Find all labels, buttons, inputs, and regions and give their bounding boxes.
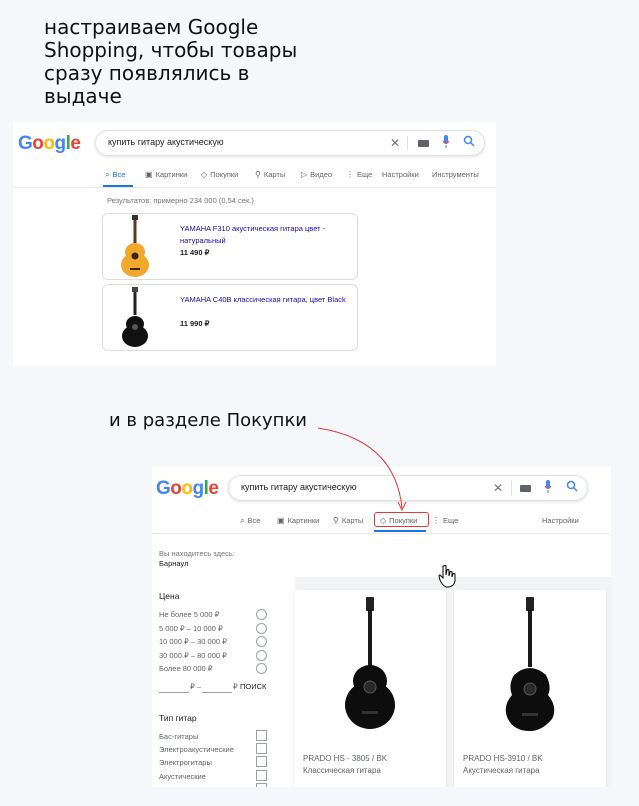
- search-results-panel: Google купить гитару акустическую ✕ ⌕ Все…: [13, 122, 496, 366]
- clear-icon[interactable]: ✕: [390, 135, 400, 151]
- product-image: [345, 597, 395, 729]
- search-icon: ⌕: [105, 170, 110, 179]
- divider: [13, 187, 496, 188]
- tab-maps[interactable]: ⚲ Карты: [255, 170, 285, 179]
- product-title[interactable]: PRADO HS-3910 / BK Акустическая гитара: [463, 753, 543, 777]
- price-option[interactable]: Не более 5 000 ₽: [159, 610, 219, 619]
- product-image[interactable]: [103, 214, 171, 279]
- location-info: Вы находитесь здесь: Барнаул: [159, 549, 235, 569]
- type-checkbox[interactable]: [256, 756, 267, 767]
- tab-more[interactable]: ⋮ Еще: [346, 170, 372, 179]
- tab-images[interactable]: ▣ Картинки: [277, 516, 319, 525]
- tab-more[interactable]: ⋮ Еще: [432, 516, 458, 525]
- guitar-type-heading: Тип гитар: [159, 713, 197, 723]
- divider: [407, 136, 408, 150]
- type-option[interactable]: Бас-гитары: [159, 732, 198, 741]
- price-radio[interactable]: [256, 636, 267, 647]
- tab-all[interactable]: ⌕ Все: [240, 516, 260, 526]
- type-option[interactable]: Акустические: [159, 772, 206, 781]
- product-card[interactable]: PRADO HS-3910 / BK Акустическая гитара: [454, 590, 606, 787]
- price-radio[interactable]: [256, 623, 267, 634]
- results-stats: Результатов: примерно 234 000 (0,54 сек.…: [107, 196, 254, 205]
- type-checkbox[interactable]: [256, 770, 267, 781]
- product-card[interactable]: PRADO HS - 3805 / BK Классическая гитара: [294, 590, 446, 787]
- play-icon: ▷: [301, 170, 308, 179]
- divider: [152, 533, 611, 534]
- type-checkbox[interactable]: [256, 743, 267, 754]
- price-option[interactable]: Более 80 000 ₽: [159, 664, 213, 673]
- price-radio[interactable]: [256, 609, 267, 620]
- type-option[interactable]: Электроакустические: [159, 745, 234, 754]
- type-checkbox[interactable]: [256, 783, 267, 787]
- more-icon: ⋮: [346, 170, 354, 179]
- location-value: Барнаул: [159, 559, 189, 568]
- location-label: Вы находитесь здесь:: [159, 549, 235, 558]
- more-icon: ⋮: [432, 516, 440, 525]
- search-icon[interactable]: [566, 480, 578, 492]
- map-pin-icon: ⚲: [333, 516, 339, 525]
- price-option[interactable]: 30 000 ₽ – 80 000 ₽: [159, 651, 227, 660]
- tab-tools[interactable]: Инструменты: [432, 170, 479, 179]
- price-filter-heading: Цена: [159, 591, 180, 601]
- settings-link[interactable]: Настройки: [542, 516, 579, 525]
- search-icon[interactable]: [463, 135, 475, 147]
- hand-cursor-icon: [438, 565, 456, 588]
- product-card[interactable]: YAMAHA F310 акустическая гитара цвет - н…: [102, 213, 358, 280]
- shopping-panel: Google купить гитару акустическую ✕ ⌕ Все…: [152, 467, 611, 787]
- keyboard-icon[interactable]: [418, 135, 429, 151]
- caption-top: настраиваем Google Shopping, чтобы товар…: [44, 15, 298, 108]
- mic-icon[interactable]: [544, 480, 552, 493]
- tab-maps[interactable]: ⚲ Карты: [333, 516, 363, 525]
- divider: [511, 481, 512, 495]
- tab-video[interactable]: ▷ Видео: [301, 170, 332, 179]
- product-title[interactable]: YAMAHA C40B классическая гитара, цвет Bl…: [180, 294, 350, 306]
- keyboard-icon[interactable]: [520, 480, 531, 496]
- mic-icon[interactable]: [442, 135, 450, 148]
- google-logo[interactable]: Google: [156, 478, 219, 500]
- search-input[interactable]: купить гитару акустическую: [108, 137, 224, 147]
- image-icon: ▣: [277, 516, 285, 525]
- google-logo[interactable]: Google: [18, 133, 81, 155]
- price-from-input[interactable]: [159, 692, 189, 693]
- price-from-unit: ₽ –: [190, 682, 202, 691]
- tab-settings[interactable]: Настройки: [382, 170, 419, 179]
- product-image[interactable]: [103, 285, 171, 350]
- search-input[interactable]: купить гитару акустическую: [241, 482, 357, 492]
- product-card[interactable]: YAMAHA C40B классическая гитара, цвет Bl…: [102, 284, 358, 351]
- clear-icon[interactable]: ✕: [493, 480, 503, 496]
- active-tab-indicator: [374, 530, 426, 532]
- price-option[interactable]: 5 000 ₽ – 10 000 ₽: [159, 624, 223, 633]
- search-tabs: ⌕ Все ▣ Картинки ◇ Покупки ⚲ Карты ▷ Видео ⋮ Е…: [13, 170, 496, 184]
- tab-shopping[interactable]: ◇ Покупки: [201, 170, 238, 179]
- price-radio[interactable]: [256, 650, 267, 661]
- caption-mid: и в разделе Покупки: [109, 410, 308, 431]
- product-price: 11 990 ₽: [180, 319, 210, 328]
- search-box[interactable]: купить гитару акустическую ✕: [228, 475, 588, 501]
- shopping-tab-highlight: [374, 512, 429, 527]
- price-to-input[interactable]: [202, 692, 232, 693]
- product-title[interactable]: YAMAHA F310 акустическая гитара цвет - н…: [180, 223, 350, 247]
- image-icon: ▣: [145, 170, 153, 179]
- price-search-button[interactable]: ПОИСК: [240, 682, 266, 691]
- product-title[interactable]: PRADO HS - 3805 / BK Классическая гитара: [303, 753, 387, 777]
- search-icon: ⌕: [240, 516, 245, 525]
- type-option[interactable]: Электрогитары: [159, 758, 212, 767]
- price-to-unit: ₽: [233, 682, 238, 691]
- search-box[interactable]: купить гитару акустическую ✕: [95, 130, 485, 156]
- price-option[interactable]: 10 000 ₽ – 30 000 ₽: [159, 637, 227, 646]
- product-price: 11 490 ₽: [180, 248, 210, 257]
- map-pin-icon: ⚲: [255, 170, 261, 179]
- price-radio[interactable]: [256, 663, 267, 674]
- tab-all[interactable]: ⌕ Все: [105, 170, 125, 180]
- tag-icon: ◇: [201, 170, 208, 179]
- product-image: [505, 597, 555, 731]
- tab-images[interactable]: ▣ Картинки: [145, 170, 187, 179]
- type-checkbox[interactable]: [256, 730, 267, 741]
